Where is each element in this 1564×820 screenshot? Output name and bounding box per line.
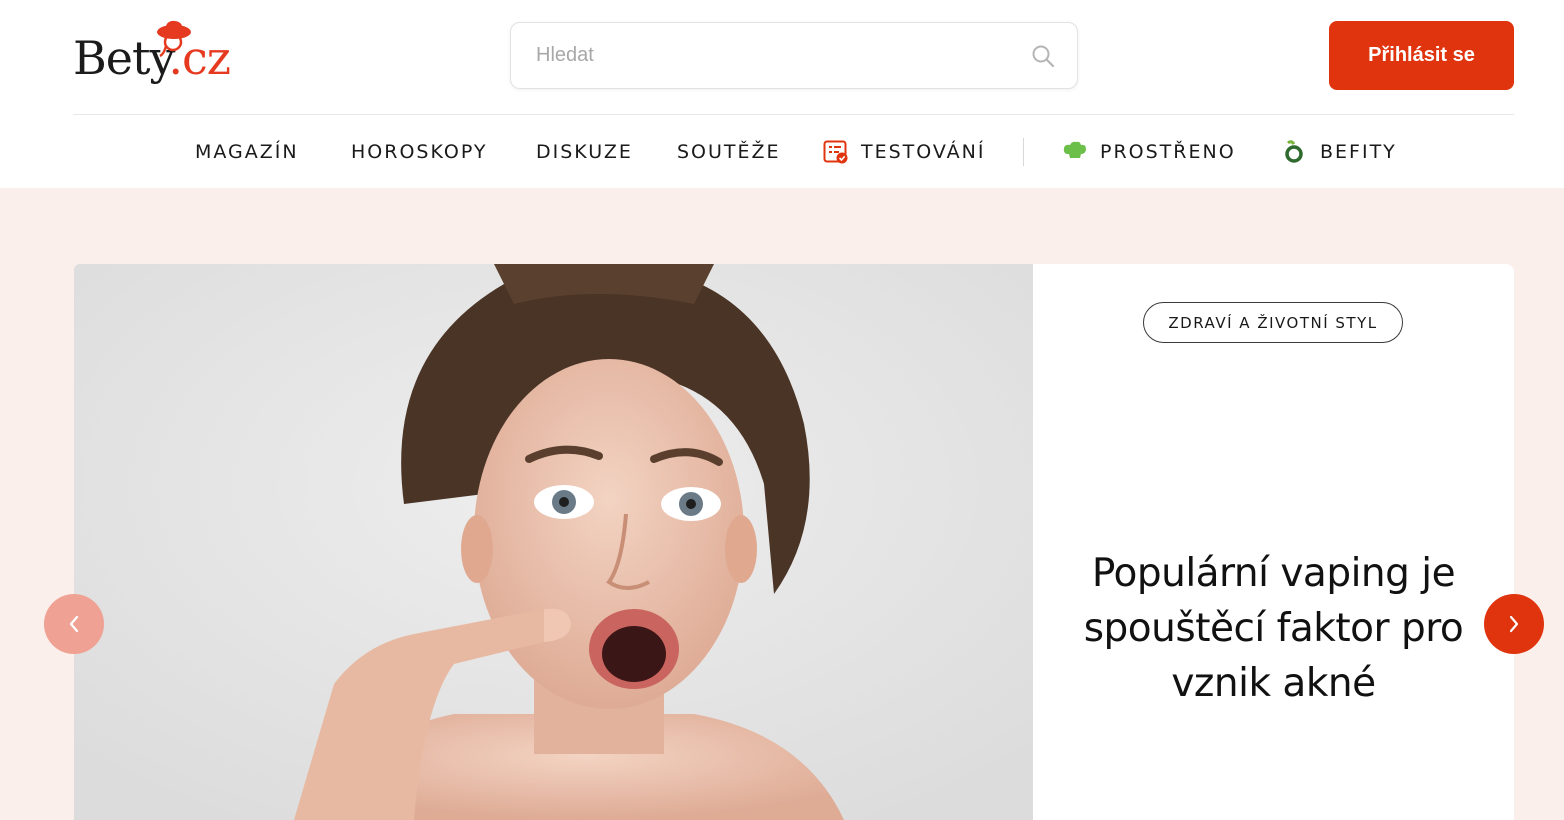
hero-article-panel: ZDRAVÍ A ŽIVOTNÍ STYL Populární vaping j…	[1033, 264, 1514, 820]
befity-logo-icon	[1285, 140, 1303, 163]
carousel-next-button[interactable]	[1484, 594, 1544, 654]
nav-item-diskuze[interactable]: DISKUZE	[536, 130, 633, 174]
nav-item-label: DISKUZE	[536, 141, 633, 163]
nav-item-prostreno[interactable]: PROSTŘENO	[1062, 130, 1236, 174]
site-header: Bety.cz Přihlásit se MAGAZÍN HOROSKOPY D…	[0, 0, 1564, 188]
nav-item-label: BEFITY	[1320, 141, 1397, 163]
main-nav: MAGAZÍN HOROSKOPY DISKUZE SOUTĚŽE TESTOV…	[0, 130, 1564, 174]
search-box	[510, 22, 1078, 89]
nav-item-horoskopy[interactable]: HOROSKOPY	[351, 130, 487, 174]
nav-item-label: HOROSKOPY	[351, 141, 488, 163]
hero-image[interactable]	[74, 264, 1033, 820]
nav-item-souteze[interactable]: SOUTĚŽE	[677, 130, 781, 174]
chevron-right-icon	[1509, 615, 1519, 633]
nav-item-label: PROSTŘENO	[1100, 141, 1236, 163]
carousel-prev-button[interactable]	[44, 594, 104, 654]
nav-item-befity[interactable]: BEFITY	[1282, 130, 1397, 174]
nav-separator	[1023, 138, 1024, 166]
chef-hat-icon	[1063, 141, 1086, 158]
nav-item-label: TESTOVÁNÍ	[861, 141, 986, 163]
category-tag[interactable]: ZDRAVÍ A ŽIVOTNÍ STYL	[1143, 302, 1403, 343]
nav-item-testovani[interactable]: TESTOVÁNÍ	[823, 130, 986, 174]
nav-item-label: SOUTĚŽE	[677, 141, 781, 163]
header-divider	[73, 114, 1514, 115]
hero-carousel: ZDRAVÍ A ŽIVOTNÍ STYL Populární vaping j…	[0, 188, 1564, 820]
search-input[interactable]	[511, 23, 1077, 88]
login-button[interactable]: Přihlásit se	[1329, 21, 1514, 90]
nav-item-magazin[interactable]: MAGAZÍN	[195, 130, 299, 174]
woman-pointing-at-acne-photo	[74, 264, 1033, 820]
chevron-left-icon	[69, 615, 79, 633]
site-logo[interactable]: Bety.cz	[73, 18, 248, 96]
hat-icon	[157, 20, 191, 58]
nav-item-label: MAGAZÍN	[195, 141, 299, 163]
search-icon[interactable]	[1031, 44, 1055, 68]
article-headline[interactable]: Populární vaping je spouštěcí faktor pro…	[1053, 546, 1494, 711]
checklist-icon	[823, 140, 848, 164]
